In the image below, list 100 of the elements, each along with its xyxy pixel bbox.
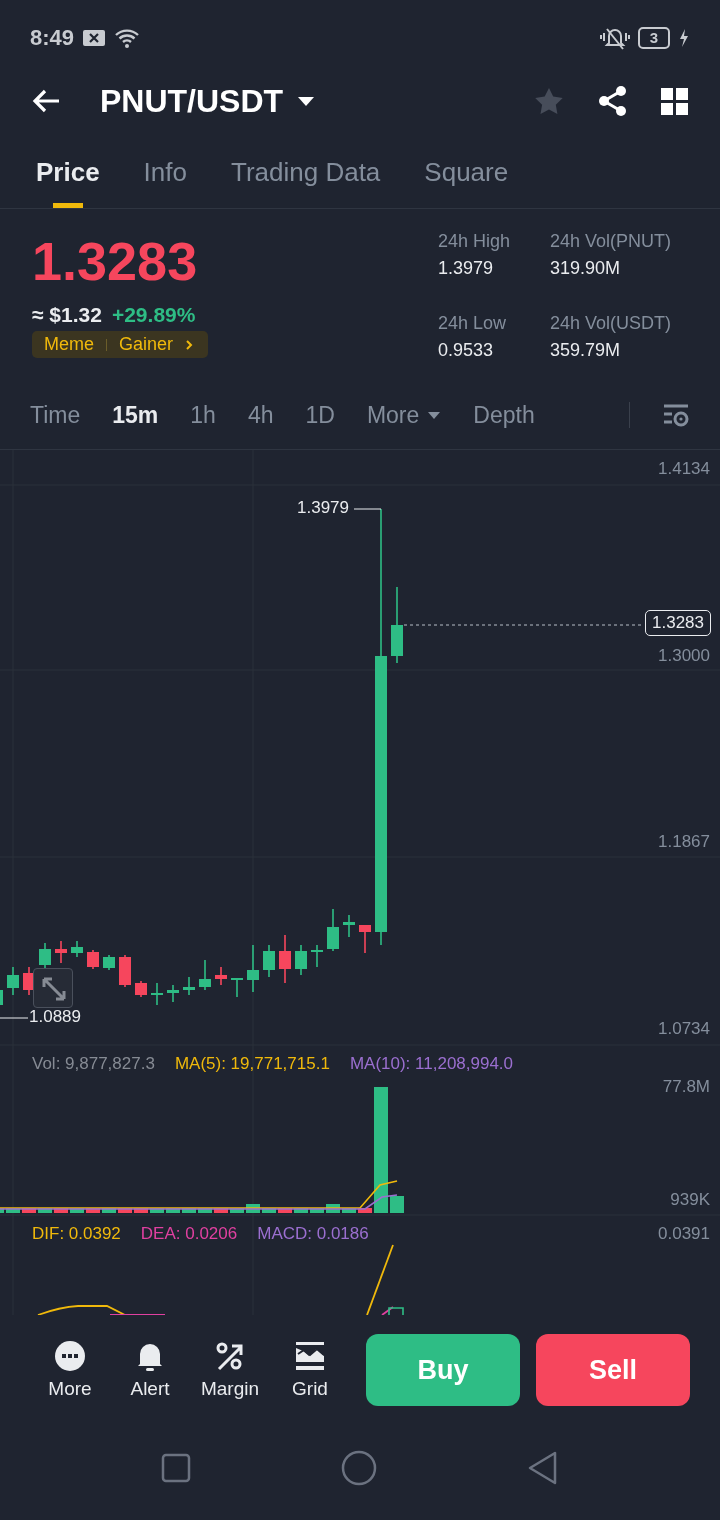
toolbar-button[interactable]: Margin <box>190 1340 270 1400</box>
volume-bar <box>102 1208 116 1213</box>
stat-value: 1.3979 <box>438 258 495 279</box>
volume-legend: MA(10): 11,208,994.0 <box>349 1054 514 1074</box>
candle <box>39 942 51 971</box>
volume-bar <box>246 1204 260 1213</box>
volume-legend: MA(5): 19,771,715.1 <box>174 1054 330 1074</box>
battery-level: 3 <box>637 27 670 49</box>
share-icon[interactable] <box>598 86 627 116</box>
axis-label: 1.4134 <box>658 459 710 479</box>
candle <box>199 959 211 991</box>
tag-label: Gainer <box>119 334 174 355</box>
stat-value: 319.90M <box>550 258 622 279</box>
toolbar-button[interactable]: Alert <box>110 1340 190 1400</box>
volume-bar <box>198 1208 212 1213</box>
volume-bar <box>118 1208 132 1213</box>
last-price: 1.3283 <box>32 231 199 291</box>
candle <box>151 982 163 1006</box>
volume-bar <box>134 1208 148 1213</box>
tab[interactable]: Info <box>137 156 193 208</box>
candle <box>343 914 355 938</box>
sell-button[interactable]: Sell <box>536 1334 690 1406</box>
interval-tab[interactable]: Depth <box>473 401 535 429</box>
macd-legend: DEA: 0.0206 <box>140 1224 238 1244</box>
usd-price: ≈ $1.32 <box>32 303 102 327</box>
stat-label: 24h Vol(PNUT) <box>550 231 673 252</box>
favorite-star-icon[interactable] <box>534 87 564 115</box>
toolbar-button[interactable]: Grid <box>270 1340 350 1400</box>
expand-button[interactable] <box>33 968 73 1008</box>
tab[interactable]: Price <box>30 156 106 208</box>
stat-label: 24h Vol(USDT) <box>550 313 673 334</box>
candle <box>103 954 115 971</box>
volume-bar <box>262 1208 276 1213</box>
candle <box>327 908 339 952</box>
tag-chip[interactable]: Meme Gainer <box>32 331 209 358</box>
candle <box>87 949 99 970</box>
tab[interactable]: Trading Data <box>225 156 387 208</box>
candle <box>7 966 19 996</box>
volume-bar <box>0 1208 4 1213</box>
high-price-label: 1.3979 <box>297 498 349 518</box>
candle <box>71 940 83 958</box>
volume-bar <box>150 1208 164 1213</box>
candle <box>55 940 67 964</box>
volume-bar <box>22 1208 36 1213</box>
candle <box>135 980 147 998</box>
volume-bar <box>182 1208 196 1213</box>
axis-label: 1.0734 <box>658 1019 710 1039</box>
low-price-label: 1.0889 <box>29 1007 81 1027</box>
toolbar-button[interactable]: More <box>30 1340 110 1400</box>
leader-line <box>0 1017 29 1019</box>
stat-value: 359.79M <box>550 340 622 361</box>
back-icon[interactable] <box>32 88 62 114</box>
percent-arrow-icon <box>214 1340 246 1372</box>
caret-icon[interactable] <box>297 95 316 107</box>
charging-icon <box>678 28 690 48</box>
volume-bar <box>38 1208 52 1213</box>
candle <box>359 924 371 954</box>
back-nav-icon[interactable] <box>527 1450 559 1485</box>
caret-icon <box>427 410 442 420</box>
volume-bar <box>278 1208 292 1213</box>
axis-label: 939K <box>670 1190 710 1210</box>
volume-bar <box>214 1208 228 1213</box>
volume-bar <box>326 1204 340 1213</box>
grid-view-icon[interactable] <box>661 87 688 115</box>
pair-title[interactable]: PNUT/USDT <box>100 82 284 120</box>
chevron-icon <box>185 338 195 351</box>
volume-bar <box>70 1208 84 1213</box>
volume-bar <box>166 1208 180 1213</box>
candle <box>263 944 275 978</box>
volume-bar <box>54 1208 68 1213</box>
candle <box>0 990 3 1005</box>
volume-legend: Vol: 9,877,827.3 <box>32 1054 155 1074</box>
axis-label: 1.3000 <box>658 646 710 666</box>
axis-label: 77.8M <box>662 1077 710 1097</box>
buy-button[interactable]: Buy <box>366 1334 520 1406</box>
interval-tab[interactable]: Time <box>30 401 81 429</box>
tab[interactable]: Square <box>418 156 515 208</box>
stat-value: 0.9533 <box>438 340 495 361</box>
candle <box>183 976 195 996</box>
candle <box>167 984 179 1003</box>
candle <box>119 954 131 988</box>
interval-tab[interactable]: 15m <box>112 401 159 429</box>
interval-tab[interactable]: 1h <box>190 401 216 429</box>
stat-label: 24h Low <box>438 313 508 334</box>
status-time: 8:49 <box>30 25 75 51</box>
price-change: +29.89% <box>111 303 196 327</box>
current-price-tag: 1.3283 <box>645 610 711 636</box>
chart-settings-icon[interactable] <box>662 403 690 427</box>
macd-legend: DIF: 0.0392 <box>32 1224 121 1244</box>
candle <box>311 944 323 968</box>
volume-bar <box>230 1208 244 1213</box>
home-icon[interactable] <box>341 1449 377 1486</box>
volume-bar <box>310 1208 324 1213</box>
volume-bar <box>342 1208 356 1213</box>
interval-tab[interactable]: 1D <box>305 401 335 429</box>
volume-bar <box>6 1208 20 1213</box>
stat-label: 24h High <box>438 231 512 252</box>
interval-tab[interactable]: More <box>366 401 442 429</box>
interval-tab[interactable]: 4h <box>247 401 274 429</box>
recents-icon[interactable] <box>161 1452 191 1483</box>
